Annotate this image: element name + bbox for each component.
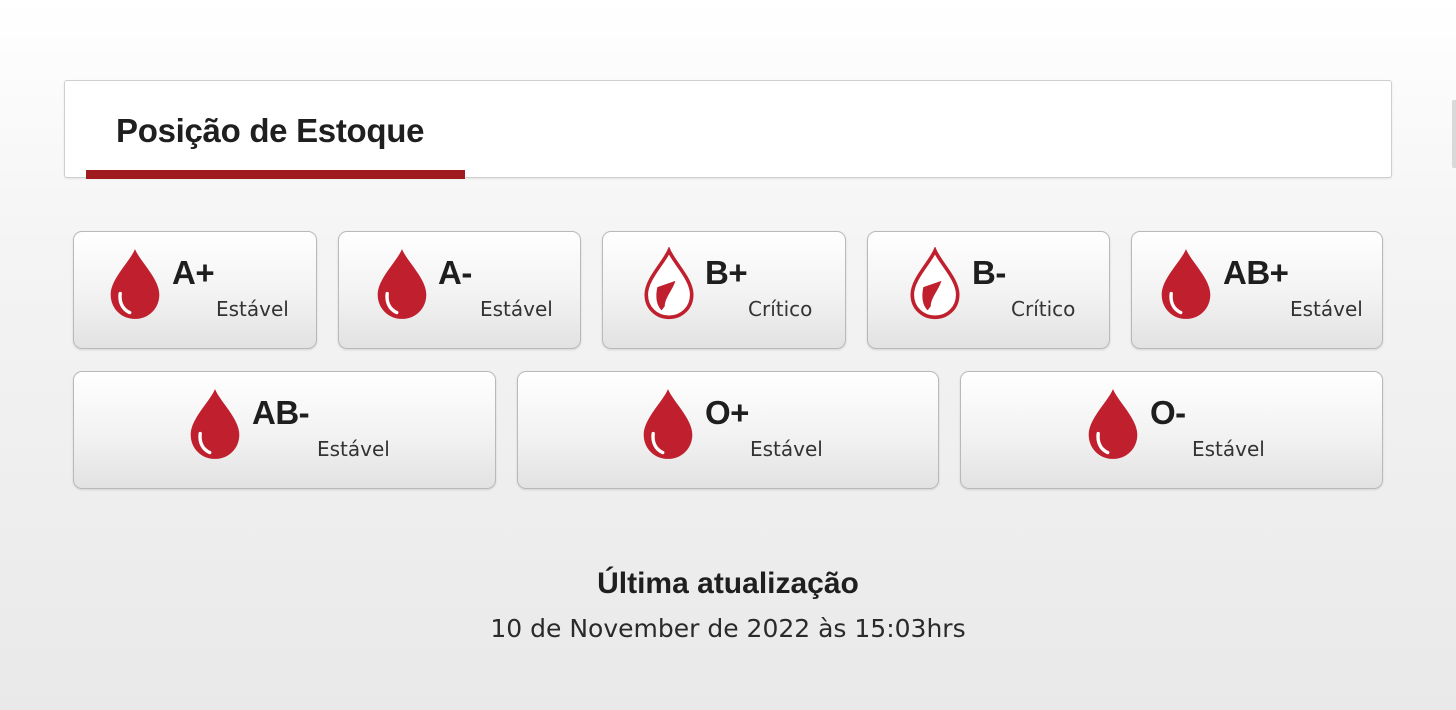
stock-header-card: Posição de Estoque (64, 80, 1392, 179)
blood-type-status: Crítico (1011, 297, 1076, 321)
blood-drop-full-icon (375, 247, 429, 321)
blood-type-button-b-negative[interactable]: B- Crítico (867, 231, 1110, 349)
blood-type-label: AB- (252, 394, 310, 431)
blood-type-status: Estável (480, 297, 553, 321)
blood-drop-low-icon (908, 247, 962, 321)
title-underline (86, 170, 465, 179)
blood-type-status: Estável (1192, 437, 1265, 461)
blood-drop-full-icon (108, 247, 162, 321)
blood-type-label: AB+ (1223, 254, 1289, 291)
blood-type-label: B- (972, 254, 1006, 291)
blood-type-status: Estável (1290, 297, 1363, 321)
blood-type-status: Crítico (748, 297, 813, 321)
blood-drop-full-icon (1159, 247, 1213, 321)
blood-drop-full-icon (188, 387, 242, 461)
blood-type-label: O+ (705, 394, 749, 431)
blood-type-status: Estável (216, 297, 289, 321)
blood-type-button-o-positive[interactable]: O+ Estável (517, 371, 939, 489)
last-update-date: 10 de November de 2022 às 15:03hrs (490, 614, 966, 643)
blood-type-button-a-positive[interactable]: A+ Estável (73, 231, 317, 349)
blood-type-button-b-positive[interactable]: B+ Crítico (602, 231, 846, 349)
blood-type-status: Estável (750, 437, 823, 461)
blood-type-label: A+ (172, 254, 215, 291)
blood-type-label: A- (438, 254, 472, 291)
blood-type-button-a-negative[interactable]: A- Estável (338, 231, 581, 349)
blood-drop-full-icon (641, 387, 695, 461)
blood-drop-full-icon (1086, 387, 1140, 461)
last-update-title: Última atualização (597, 567, 859, 600)
blood-type-status: Estável (317, 437, 390, 461)
blood-type-label: B+ (705, 254, 748, 291)
blood-drop-low-icon (642, 247, 696, 321)
blood-type-label: O- (1150, 394, 1186, 431)
blood-type-button-ab-positive[interactable]: AB+ Estável (1131, 231, 1383, 349)
blood-type-button-o-negative[interactable]: O- Estável (960, 371, 1383, 489)
blood-type-button-ab-negative[interactable]: AB- Estável (73, 371, 496, 489)
page-title: Posição de Estoque (116, 112, 425, 149)
edge-scroll-marker (1452, 100, 1456, 168)
